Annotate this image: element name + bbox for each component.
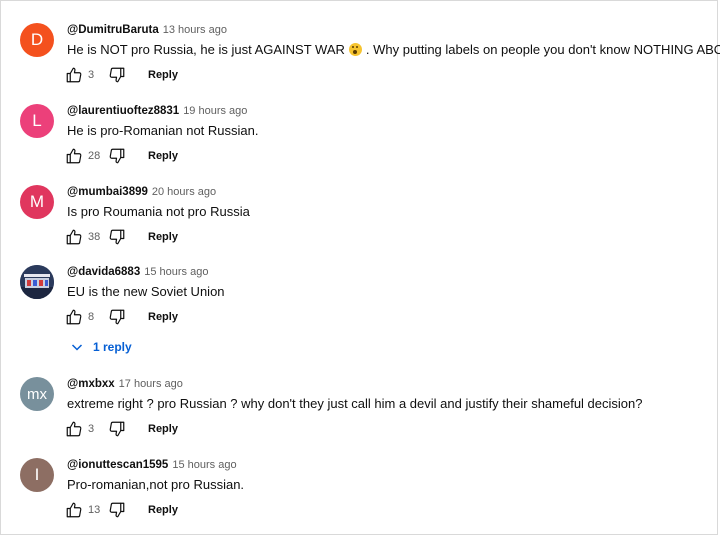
comment-time[interactable]: 17 hours ago	[119, 378, 183, 390]
comment-text: Pro-romanian,not pro Russian.	[67, 477, 245, 492]
replies-count-label: 1 reply	[93, 340, 132, 354]
thumbs-down-icon[interactable]	[108, 228, 126, 246]
like-count: 8	[88, 311, 95, 323]
comment-header: @mumbai3899 20 hours ago	[67, 185, 216, 199]
author-name[interactable]: @DumitruBaruta	[67, 24, 159, 36]
reply-button[interactable]: Reply	[148, 311, 178, 323]
thumbs-up-icon[interactable]	[65, 66, 83, 84]
avatar[interactable]: L	[20, 104, 54, 138]
like-count: 13	[88, 504, 101, 516]
like-count: 3	[88, 423, 95, 435]
thumbs-down-icon[interactable]	[108, 420, 126, 438]
comment-header: @laurentiuoftez8831 19 hours ago	[67, 104, 247, 118]
comment-text-part: He is NOT pro Russia, he is just AGAINST…	[67, 42, 345, 57]
reply-button[interactable]: Reply	[148, 504, 178, 516]
astonished-face-icon	[348, 43, 362, 56]
avatar[interactable]: mx	[20, 377, 54, 411]
thumbs-up-icon[interactable]	[65, 147, 83, 165]
chevron-down-icon	[71, 344, 83, 351]
comment-text: He is NOT pro Russia, he is just AGAINST…	[67, 41, 720, 58]
avatar[interactable]	[20, 265, 54, 299]
comment-text-part: . Why putting labels on people you don't…	[365, 42, 720, 57]
author-name[interactable]: @mumbai3899	[67, 186, 148, 198]
view-replies-button[interactable]: 1 reply	[71, 340, 132, 354]
thumbs-up-icon[interactable]	[65, 308, 83, 326]
comment-actions: 8 Reply	[65, 307, 178, 327]
reply-button[interactable]: Reply	[148, 231, 178, 243]
comment-actions: 3 Reply	[65, 65, 178, 85]
reply-button[interactable]: Reply	[148, 150, 178, 162]
thumbs-up-icon[interactable]	[65, 420, 83, 438]
comment-time[interactable]: 15 hours ago	[172, 459, 236, 471]
reply-button[interactable]: Reply	[148, 69, 178, 81]
comment-time[interactable]: 15 hours ago	[144, 266, 208, 278]
thumbs-down-icon[interactable]	[108, 147, 126, 165]
like-count: 3	[88, 69, 95, 81]
comment-text: He is pro-Romanian not Russian.	[67, 123, 259, 138]
like-count: 28	[88, 150, 101, 162]
comment-header: @DumitruBaruta 13 hours ago	[67, 23, 227, 37]
comment-text: extreme right ? pro Russian ? why don't …	[67, 396, 643, 411]
thumbs-up-icon[interactable]	[65, 501, 83, 519]
comment-actions: 13 Reply	[65, 500, 178, 520]
comments-section: D @DumitruBaruta 13 hours ago He is NOT p…	[0, 0, 720, 535]
avatar[interactable]: I	[20, 458, 54, 492]
comment-text: EU is the new Soviet Union	[67, 284, 225, 299]
comment-header: @ionuttescan1595 15 hours ago	[67, 458, 237, 472]
comment-actions: 38 Reply	[65, 227, 178, 247]
author-name[interactable]: @davida6883	[67, 266, 140, 278]
author-name[interactable]: @laurentiuoftez8831	[67, 105, 179, 117]
reply-button[interactable]: Reply	[148, 423, 178, 435]
like-count: 38	[88, 231, 101, 243]
avatar[interactable]: D	[20, 23, 54, 57]
comment-time[interactable]: 20 hours ago	[152, 186, 216, 198]
comment-header: @mxbxx 17 hours ago	[67, 377, 183, 391]
author-name[interactable]: @mxbxx	[67, 378, 115, 390]
thumbs-up-icon[interactable]	[65, 228, 83, 246]
comment-actions: 28 Reply	[65, 146, 178, 166]
comment-time[interactable]: 13 hours ago	[163, 24, 227, 36]
thumbs-down-icon[interactable]	[108, 308, 126, 326]
thumbs-down-icon[interactable]	[108, 501, 126, 519]
comment-text: Is pro Roumania not pro Russia	[67, 204, 250, 219]
comment-time[interactable]: 19 hours ago	[183, 105, 247, 117]
comment-header: @davida6883 15 hours ago	[67, 265, 208, 279]
thumbs-down-icon[interactable]	[108, 66, 126, 84]
avatar[interactable]: M	[20, 185, 54, 219]
author-name[interactable]: @ionuttescan1595	[67, 459, 168, 471]
comment-actions: 3 Reply	[65, 419, 178, 439]
profile-picture-icon	[20, 265, 54, 299]
